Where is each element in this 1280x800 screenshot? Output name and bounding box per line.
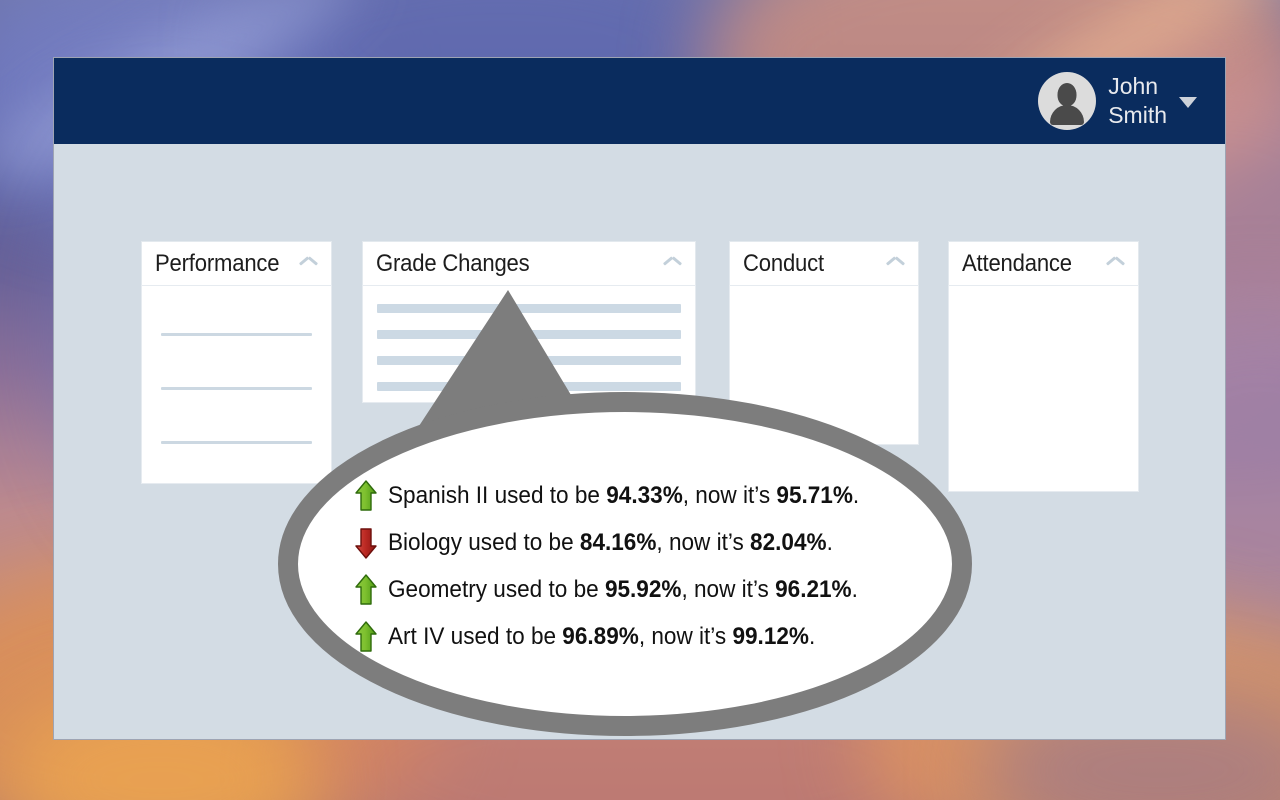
user-menu[interactable]: John Smith [1038, 58, 1197, 144]
row-new-value: 99.12% [732, 622, 809, 650]
divider-line [161, 441, 312, 444]
widget-attendance-header[interactable]: Attendance [948, 241, 1139, 285]
widget-conduct: Conduct [729, 241, 919, 445]
chevron-up-icon[interactable] [1107, 259, 1124, 269]
user-name-label: John Smith [1108, 73, 1167, 128]
row-middle: , now it’s [638, 622, 733, 650]
row-suffix: . [852, 481, 860, 509]
arrow-up-icon [355, 479, 377, 511]
row-prefix: Spanish II used to be [388, 481, 607, 509]
chevron-up-icon[interactable] [664, 259, 681, 269]
row-prefix: Biology used to be [388, 528, 580, 556]
widget-grade-changes-header[interactable]: Grade Changes [362, 241, 696, 285]
row-new-value: 95.71% [776, 481, 853, 509]
skeleton-line [377, 304, 681, 313]
divider-line [161, 387, 312, 390]
grade-change-row: Art IV used to be 96.89%, now it’s 99.12… [355, 613, 915, 660]
widget-attendance-body [948, 285, 1139, 492]
row-middle: , now it’s [681, 575, 776, 603]
skeleton-line [377, 330, 681, 339]
grade-change-row: Spanish II used to be 94.33%, now it’s 9… [355, 472, 915, 519]
skeleton-line [377, 382, 681, 391]
widget-performance-header[interactable]: Performance [141, 241, 332, 285]
grade-change-row: Biology used to be 84.16%, now it’s 82.0… [355, 519, 915, 566]
widget-performance: Performance [141, 241, 332, 484]
grade-change-text: Geometry used to be 95.92%, now it’s 96.… [388, 576, 858, 604]
widget-grade-changes: Grade Changes [362, 241, 696, 403]
avatar-head [1057, 83, 1077, 106]
grade-change-text: Art IV used to be 96.89%, now it’s 99.12… [388, 623, 815, 651]
chevron-up-icon[interactable] [887, 259, 904, 269]
arrow-down-icon [355, 527, 377, 559]
callout-text-list: Spanish II used to be 94.33%, now it’s 9… [355, 472, 915, 660]
widget-attendance-title: Attendance [962, 249, 1072, 277]
grade-change-text: Spanish II used to be 94.33%, now it’s 9… [388, 482, 859, 510]
widget-grade-changes-title: Grade Changes [376, 249, 530, 277]
widget-attendance: Attendance [948, 241, 1139, 492]
widget-conduct-body [729, 285, 919, 445]
row-old-value: 96.89% [562, 622, 639, 650]
row-suffix: . [808, 622, 816, 650]
row-suffix: . [851, 575, 858, 603]
app-header-bar: John Smith [54, 58, 1225, 144]
row-prefix: Geometry used to be [388, 575, 605, 603]
row-middle: , now it’s [656, 528, 751, 556]
row-middle: , now it’s [682, 481, 777, 509]
row-new-value: 82.04% [750, 528, 827, 556]
widget-performance-title: Performance [155, 249, 280, 277]
widget-performance-body [141, 285, 332, 484]
grade-change-text: Biology used to be 84.16%, now it’s 82.0… [388, 529, 833, 557]
divider-line [161, 333, 312, 336]
chevron-up-icon[interactable] [300, 259, 317, 269]
arrow-up-icon [355, 620, 377, 652]
skeleton-line [377, 356, 681, 365]
row-suffix: . [826, 528, 833, 556]
widget-conduct-title: Conduct [743, 249, 824, 277]
grade-change-row: Geometry used to be 95.92%, now it’s 96.… [355, 566, 915, 613]
widget-grade-changes-body [362, 285, 696, 403]
row-old-value: 95.92% [604, 575, 682, 603]
row-new-value: 96.21% [775, 575, 852, 603]
arrow-up-icon [355, 573, 377, 605]
row-old-value: 94.33% [606, 481, 683, 509]
user-avatar-icon [1038, 72, 1097, 130]
avatar-body [1050, 105, 1085, 125]
chevron-down-icon[interactable] [1179, 96, 1197, 108]
row-prefix: Art IV used to be [388, 622, 563, 650]
widget-conduct-header[interactable]: Conduct [729, 241, 919, 285]
row-old-value: 84.16% [579, 528, 657, 556]
